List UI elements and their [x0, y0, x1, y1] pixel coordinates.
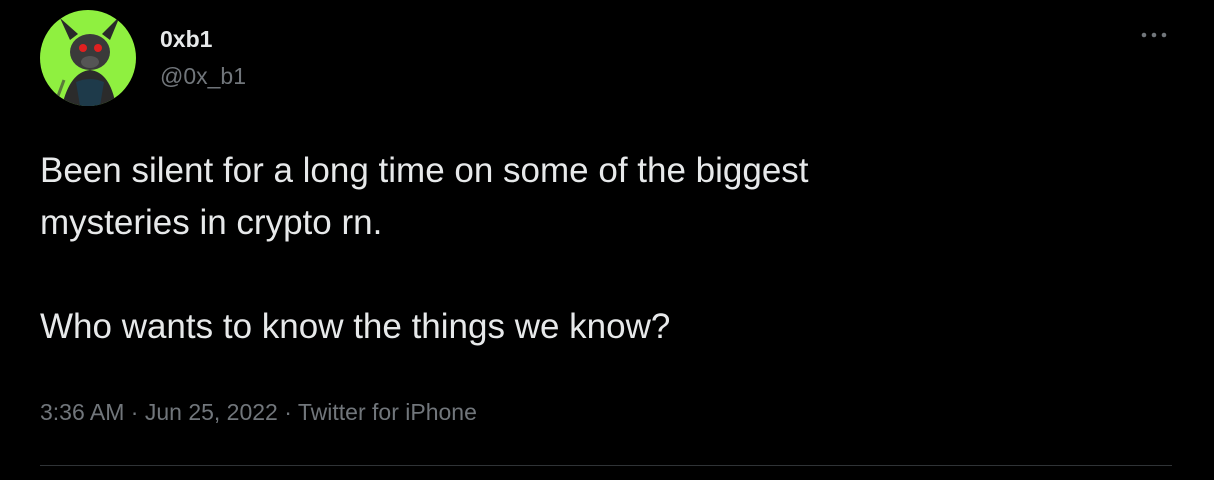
more-options-button[interactable] — [1134, 22, 1174, 48]
tweet-text: Been silent for a long time on some of t… — [40, 145, 1160, 353]
avatar[interactable] — [40, 10, 136, 106]
tweet-paragraph: Who wants to know the things we know? — [40, 307, 671, 346]
more-options-icon — [1141, 32, 1167, 38]
author-handle[interactable]: @0x_b1 — [160, 62, 246, 90]
meta-separator: · — [124, 399, 145, 425]
avatar-image-icon — [40, 10, 136, 106]
tweet-source[interactable]: Twitter for iPhone — [298, 399, 477, 425]
divider — [40, 465, 1172, 466]
tweet-time[interactable]: 3:36 AM — [40, 399, 124, 425]
tweet-card: 0xb1 @0x_b1 Been silent for a long time … — [0, 0, 1214, 480]
tweet-paragraph: Been silent for a long time on some of t… — [40, 151, 809, 242]
meta-separator: · — [277, 399, 298, 425]
tweet-metadata: 3:36 AM · Jun 25, 2022 · Twitter for iPh… — [40, 396, 477, 428]
author-display-name[interactable]: 0xb1 — [160, 25, 212, 53]
tweet-date[interactable]: Jun 25, 2022 — [145, 399, 278, 425]
